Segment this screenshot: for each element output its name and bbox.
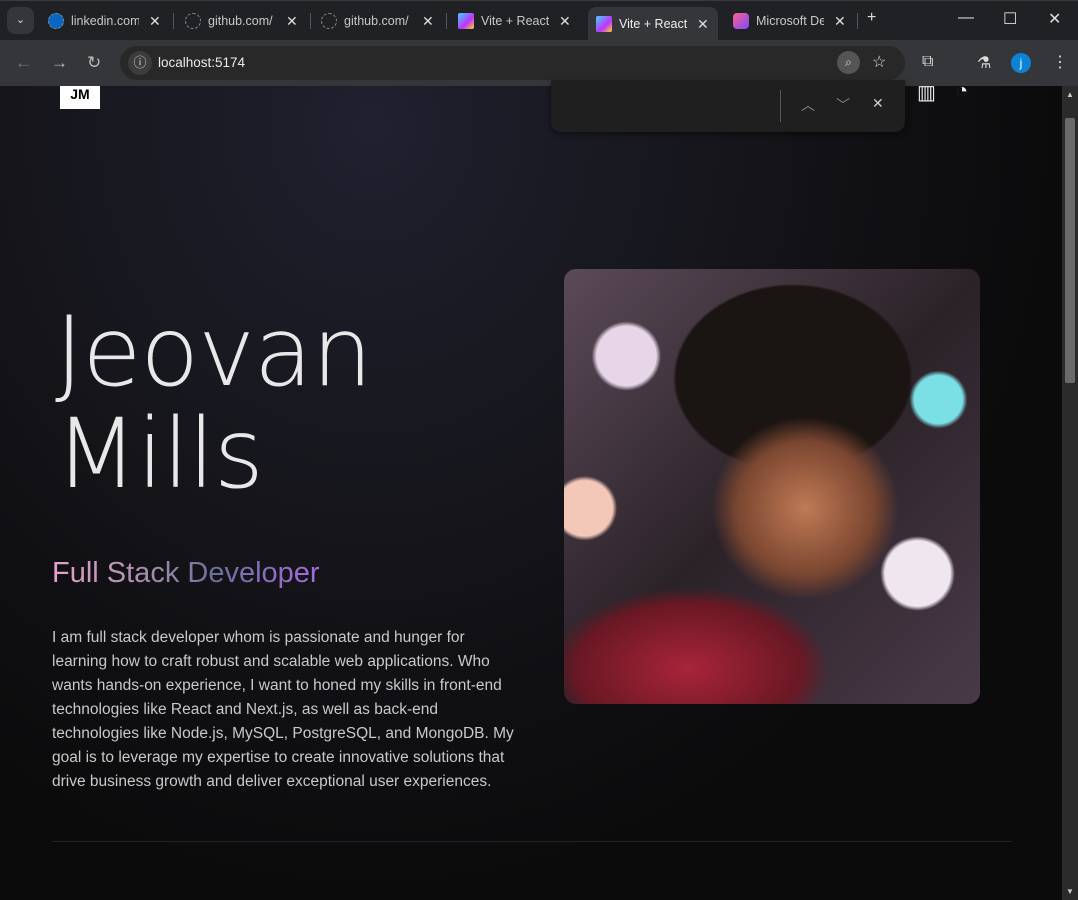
minimize-button[interactable]: — xyxy=(958,9,974,27)
tab-linkedin[interactable]: linkedin.com ✕ xyxy=(48,7,161,35)
close-tab-icon[interactable]: ✕ xyxy=(149,13,161,30)
section-divider xyxy=(52,841,1012,842)
site-info-icon[interactable]: ⓘ xyxy=(128,51,152,75)
copilot-icon xyxy=(733,13,749,29)
reload-button[interactable]: ↻ xyxy=(87,53,101,73)
close-window-button[interactable]: ✕ xyxy=(1048,9,1061,29)
scrollbar-thumb[interactable] xyxy=(1065,118,1075,383)
browser-toolbar: ← → ↻ ⓘ localhost:5174 ⌕ ☆ ⧉ ⚗ ⋮ xyxy=(0,40,1078,86)
portfolio-page: JM ▥ ◔ Jeovan Mills Full Stack Developer … xyxy=(0,86,1062,900)
forward-button[interactable]: → xyxy=(51,53,68,73)
tab-github-1[interactable]: github.com/✕ xyxy=(185,7,298,35)
loading-icon xyxy=(185,13,201,29)
tab-vite-1[interactable]: Vite + React ✕ xyxy=(458,7,571,35)
back-button[interactable]: ← xyxy=(15,53,32,73)
tab-vite-active[interactable]: Vite + React ✕ xyxy=(588,7,718,41)
profile-avatar[interactable]: j xyxy=(1011,53,1031,73)
address-bar[interactable]: ⓘ localhost:5174 ⌕ ☆ xyxy=(120,46,905,80)
vite-icon xyxy=(458,13,474,29)
hero-name: Jeovan Mills xyxy=(55,296,373,510)
tab-github-2[interactable]: github.com/✕ xyxy=(321,7,434,35)
tab-search-button[interactable]: ⌄ xyxy=(7,7,34,34)
bookmark-star-icon[interactable]: ☆ xyxy=(872,52,886,72)
jm-logo[interactable]: JM xyxy=(60,86,100,109)
linkedin-icon xyxy=(48,13,64,29)
close-tab-icon[interactable]: ✕ xyxy=(697,16,709,33)
new-tab-button[interactable]: + xyxy=(867,9,876,27)
close-tab-icon[interactable]: ✕ xyxy=(834,13,846,30)
find-next-icon[interactable]: ﹀ xyxy=(836,95,850,115)
linkedin-icon[interactable]: ▥ xyxy=(917,86,936,105)
scrollbar[interactable]: ▲ ▼ xyxy=(1062,86,1078,900)
loading-icon xyxy=(321,13,337,29)
find-close-icon[interactable]: ✕ xyxy=(872,95,884,112)
find-in-page-icon[interactable]: ⌕ xyxy=(837,51,860,74)
profile-photo xyxy=(564,269,980,704)
labs-flask-icon[interactable]: ⚗ xyxy=(977,53,991,73)
vite-icon xyxy=(596,16,612,32)
first-name: Jeovan xyxy=(55,296,373,408)
url-text[interactable]: localhost:5174 xyxy=(158,55,245,70)
close-tab-icon[interactable]: ✕ xyxy=(286,13,298,30)
find-bar: ︿ ﹀ ✕ xyxy=(551,80,905,132)
menu-kebab-icon[interactable]: ⋮ xyxy=(1052,52,1068,72)
hero-role: Full Stack Developer xyxy=(52,557,320,589)
maximize-button[interactable]: ☐ xyxy=(1003,9,1017,29)
last-name: Mills xyxy=(55,398,264,510)
tab-microsoft[interactable]: Microsoft De ✕ xyxy=(733,7,846,35)
find-previous-icon[interactable]: ︿ xyxy=(801,95,815,115)
tab-strip: ⌄ linkedin.com ✕ github.com/✕ github.com/… xyxy=(0,0,1078,41)
close-tab-icon[interactable]: ✕ xyxy=(559,13,571,30)
close-tab-icon[interactable]: ✕ xyxy=(422,13,434,30)
github-icon[interactable]: ◔ xyxy=(956,86,968,103)
hero-bio: I am full stack developer whom is passio… xyxy=(52,629,514,790)
extensions-icon[interactable]: ⧉ xyxy=(922,53,933,71)
